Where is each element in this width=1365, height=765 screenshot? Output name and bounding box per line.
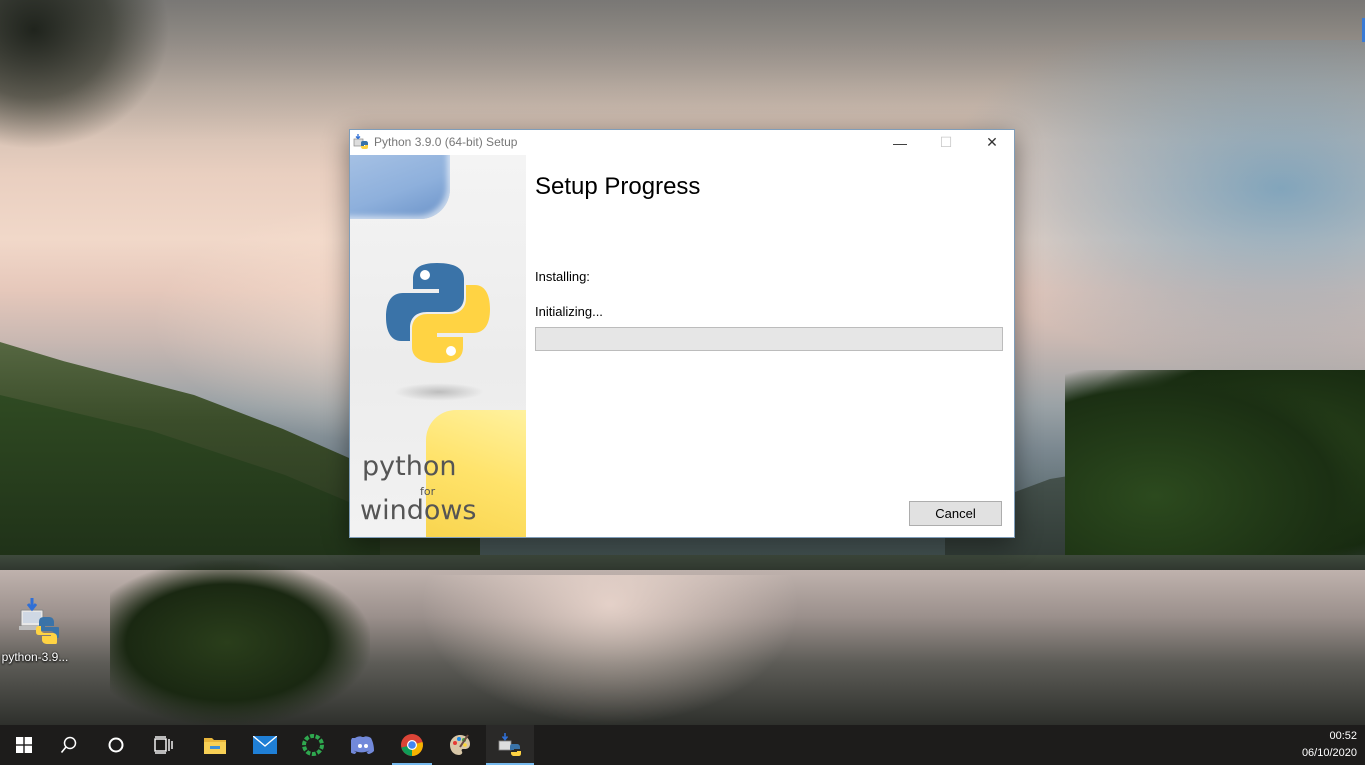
cortana-button[interactable] [92,725,140,765]
chrome-button[interactable] [388,725,436,765]
discord-button[interactable] [339,725,387,765]
close-button[interactable]: ✕ [969,130,1015,155]
task-view-icon [154,736,173,754]
minimize-button[interactable]: — [877,130,923,155]
brand-text-windows: windows [360,495,477,526]
cancel-button[interactable]: Cancel [909,501,1002,526]
windows-logo-icon [16,737,32,753]
app-green-button[interactable] [289,725,337,765]
page-title: Setup Progress [535,173,701,200]
system-clock[interactable]: 00:52 06/10/2020 [1277,728,1357,762]
brand-text-python: python [362,451,457,482]
maximize-button[interactable]: ☐ [923,130,969,155]
wallpaper-tree-branches [0,0,170,150]
mail-button[interactable] [241,725,289,765]
circle-icon [108,737,124,753]
logo-shadow [394,383,484,401]
clock-time: 00:52 [1329,730,1357,742]
start-button[interactable] [0,725,48,765]
paint-palette-icon [450,734,470,755]
desktop-icon-label: python-3.9... [1,650,69,664]
wallpaper-lake-reflection [420,575,800,725]
taskbar: 00:52 06/10/2020 [0,725,1365,765]
setup-window: Python 3.9.0 (64-bit) Setup — ☐ ✕ python… [349,129,1015,538]
setup-content: Setup Progress Installing: Initializing.… [526,155,1014,537]
python-logo-icon [384,259,492,367]
window-titlebar[interactable]: Python 3.9.0 (64-bit) Setup — ☐ ✕ [350,130,1014,155]
python-branding-panel: python for windows [350,155,526,537]
desktop-icon-python-installer[interactable]: python-3.9... [0,596,70,668]
search-icon [60,736,77,754]
python-setup-button[interactable] [486,725,534,765]
folder-icon [204,738,226,754]
decorative-blue-shape [350,155,450,219]
discord-icon [351,736,374,754]
task-view-button[interactable] [140,725,188,765]
clock-date: 06/10/2020 [1301,747,1357,759]
green-ring-icon [302,734,324,756]
chrome-icon [401,734,423,756]
python-installer-icon [498,733,521,756]
installing-label: Installing: [535,269,590,284]
python-installer-icon [353,134,369,150]
wallpaper-bush [110,560,370,725]
status-text: Initializing... [535,304,603,319]
wallpaper-trees-right [1065,370,1365,580]
window-title: Python 3.9.0 (64-bit) Setup [374,135,518,149]
mail-icon [253,736,277,754]
file-explorer-button[interactable] [191,725,239,765]
paint-button[interactable] [436,725,484,765]
python-installer-icon [11,596,61,645]
progress-bar [535,327,1003,351]
search-button[interactable] [45,725,93,765]
